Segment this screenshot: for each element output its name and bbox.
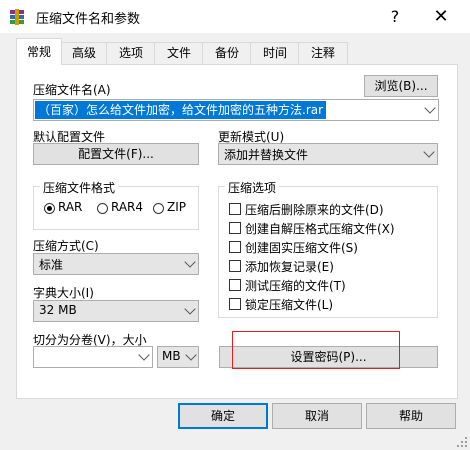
title-bar: 压缩文件名和参数 ? ✕ (0, 0, 470, 33)
update-mode-select[interactable]: 添加并替换文件 (218, 143, 438, 165)
tab-options[interactable]: 选项 (106, 42, 156, 64)
lock-archive-checkbox[interactable] (229, 298, 241, 310)
winrar-icon (9, 9, 25, 25)
sfx-checkbox[interactable] (229, 222, 241, 234)
rar-radio[interactable] (44, 203, 55, 214)
dictionary-size-label: 字典大小(I) (33, 286, 94, 300)
close-icon[interactable]: ✕ (418, 0, 464, 32)
zip-radio[interactable] (153, 203, 164, 214)
solid-archive-checkbox[interactable] (229, 241, 241, 253)
archive-name-value: （百家）怎么给文件加密，给文件加密的五种方法.rar (35, 101, 327, 119)
recovery-record-label[interactable]: 添加恢复记录(E) (245, 258, 334, 275)
tab-comment[interactable]: 注释 (298, 42, 348, 64)
cancel-button[interactable]: 取消 (272, 403, 362, 429)
lock-archive-label[interactable]: 锁定压缩文件(L) (245, 296, 333, 313)
archive-name-label: 压缩文件名(A) (33, 83, 111, 97)
delete-files-checkbox[interactable] (229, 203, 241, 215)
chevron-down-icon (184, 303, 196, 315)
solid-archive-label[interactable]: 创建固实压缩文件(S) (245, 239, 358, 256)
chevron-down-icon[interactable] (138, 349, 150, 361)
rar4-radio-label[interactable]: RAR4 (111, 200, 143, 214)
help-button[interactable]: 帮助 (366, 403, 456, 429)
chevron-down-icon (184, 256, 196, 268)
sfx-label[interactable]: 创建自解压格式压缩文件(X) (245, 220, 395, 237)
recovery-record-checkbox[interactable] (229, 260, 241, 272)
help-caption-button[interactable]: ? (372, 0, 418, 32)
rar4-radio[interactable] (97, 203, 108, 214)
highlight-box (232, 331, 400, 369)
compression-method-select[interactable]: 标准 (33, 253, 199, 275)
test-files-checkbox[interactable] (229, 279, 241, 291)
tab-files[interactable]: 文件 (154, 42, 204, 64)
compression-method-label: 压缩方式(C) (33, 239, 99, 253)
chevron-down-icon (423, 146, 435, 158)
test-files-label[interactable]: 测试压缩的文件(T) (245, 277, 346, 294)
chevron-down-icon (185, 349, 197, 361)
archive-options-label: 压缩选项 (225, 179, 280, 196)
dictionary-size-select[interactable]: 32 MB (33, 300, 199, 322)
chevron-down-icon[interactable] (424, 102, 436, 114)
delete-files-label[interactable]: 压缩后删除原来的文件(D) (245, 201, 384, 218)
resize-grip-icon[interactable] (456, 436, 468, 448)
dictionary-size-value: 32 MB (39, 303, 77, 317)
tab-advanced[interactable]: 高级 (60, 42, 108, 64)
browse-button[interactable]: 浏览(B)... (364, 75, 438, 97)
window-title: 压缩文件名和参数 (36, 12, 141, 27)
zip-radio-label[interactable]: ZIP (167, 200, 186, 214)
tab-general[interactable]: 常规 (16, 38, 62, 65)
tab-time[interactable]: 时间 (250, 42, 300, 64)
split-unit-value: MB (162, 349, 181, 363)
archive-format-label: 压缩文件格式 (40, 179, 119, 196)
dialog-window: 压缩文件名和参数 ? ✕ 常规 高级 选项 文件 备份 时间 注释 压缩文件名(… (0, 0, 470, 450)
update-mode-value: 添加并替换文件 (224, 148, 309, 162)
archive-name-combo[interactable]: （百家）怎么给文件加密，给文件加密的五种方法.rar (33, 99, 439, 121)
tab-backup[interactable]: 备份 (202, 42, 252, 64)
ok-button[interactable]: 确定 (178, 403, 268, 429)
compression-method-value: 标准 (39, 258, 64, 272)
split-unit-select[interactable]: MB (157, 346, 199, 368)
rar-radio-label[interactable]: RAR (58, 200, 82, 214)
profiles-button[interactable]: 配置文件(F)... (33, 143, 199, 165)
split-volumes-combo[interactable] (33, 346, 153, 368)
